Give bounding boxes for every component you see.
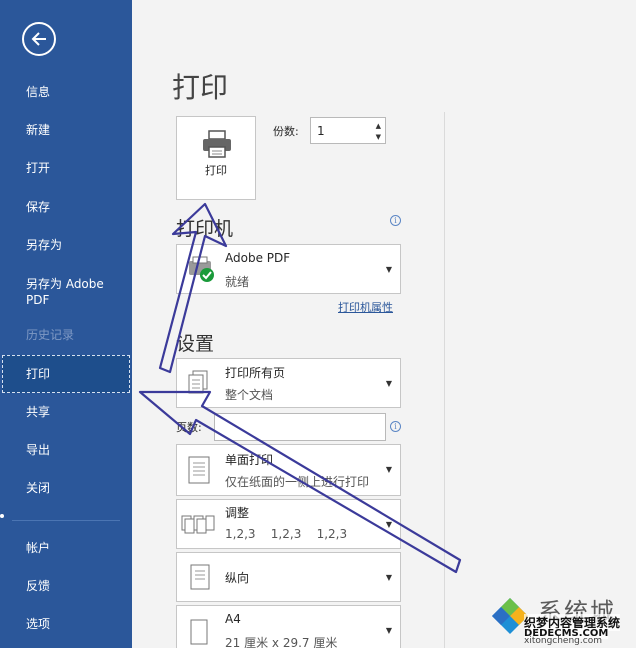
settings-heading: 设置 xyxy=(176,333,215,355)
chevron-down-icon: ▼ xyxy=(385,520,392,529)
collate-sub: 1,2,3 1,2,3 1,2,3 xyxy=(225,527,348,541)
sidebar-item-export[interactable]: 导出 xyxy=(0,442,132,458)
sides-label: 单面打印 xyxy=(225,453,274,467)
sides-dropdown[interactable]: 单面打印 仅在纸面的一侧上进行打印 ▼ xyxy=(176,444,401,496)
copies-label: 份数: xyxy=(273,125,299,138)
portrait-icon xyxy=(190,564,210,590)
sidebar-item-print[interactable]: 打印 xyxy=(2,355,130,393)
decrement-icon[interactable]: ▼ xyxy=(376,133,381,141)
printer-icon xyxy=(203,130,231,158)
sides-sub: 仅在纸面的一侧上进行打印 xyxy=(225,475,370,489)
sidebar-item-info[interactable]: 信息 xyxy=(0,84,132,100)
sidebar-item-save-as[interactable]: 另存为 xyxy=(0,237,132,253)
sidebar-item-new[interactable]: 新建 xyxy=(0,122,132,138)
paper-size-sub: 21 厘米 x 29.7 厘米 xyxy=(225,636,338,648)
paper-size-label: A4 xyxy=(225,612,241,626)
printer-name: Adobe PDF xyxy=(225,251,291,265)
copies-value: 1 xyxy=(317,124,325,138)
chevron-down-icon: ▼ xyxy=(385,626,392,635)
pages-label: 页数: xyxy=(176,421,202,434)
backstage-sidebar: 信息 新建 打开 保存 另存为 另存为 Adobe PDF 历史记录 打印 共享… xyxy=(0,0,132,648)
printer-dropdown[interactable]: Adobe PDF 就绪 ▼ xyxy=(176,244,401,294)
printer-icon xyxy=(189,256,214,282)
sidebar-item-save-as-pdf[interactable]: 另存为 Adobe PDF xyxy=(0,276,112,308)
sidebar-item-account[interactable]: 帐户 xyxy=(0,540,132,556)
back-arrow-icon xyxy=(31,32,46,46)
increment-icon[interactable]: ▲ xyxy=(376,122,381,130)
print-button[interactable]: 打印 xyxy=(176,116,256,200)
collate-icon xyxy=(181,515,215,534)
pages-input[interactable] xyxy=(214,413,386,441)
print-pane: 打印 打印 份数: 1 ▲ ▼ 打印机 i Adobe PDF 就绪 ▼ 打印机… xyxy=(132,0,636,648)
sidebar-item-save[interactable]: 保存 xyxy=(0,199,132,215)
pages-icon xyxy=(188,370,208,394)
page-title: 打印 xyxy=(172,71,229,104)
collate-label: 调整 xyxy=(225,506,250,520)
printer-info-icon[interactable]: i xyxy=(390,215,401,226)
sidebar-item-history: 历史记录 xyxy=(26,328,75,342)
sidebar-item-options[interactable]: 选项 xyxy=(0,616,132,632)
pages-info-icon[interactable]: i xyxy=(390,421,401,432)
paper-size-dropdown[interactable]: A4 21 厘米 x 29.7 厘米 ▼ xyxy=(176,605,401,648)
back-button[interactable] xyxy=(22,22,56,56)
sidebar-item-close[interactable]: 关闭 xyxy=(0,480,132,496)
chevron-down-icon: ▼ xyxy=(385,465,392,474)
printer-status: 就绪 xyxy=(225,275,250,289)
orientation-dropdown[interactable]: 纵向 ▼ xyxy=(176,552,401,602)
collate-dropdown[interactable]: 调整 1,2,3 1,2,3 1,2,3 ▼ xyxy=(176,499,401,549)
one-sided-icon xyxy=(188,456,210,484)
sidebar-item-share[interactable]: 共享 xyxy=(0,404,132,420)
print-range-label: 打印所有页 xyxy=(225,366,286,380)
orientation-label: 纵向 xyxy=(225,571,250,585)
printer-properties-link[interactable]: 打印机属性 xyxy=(338,299,393,315)
chevron-down-icon: ▼ xyxy=(385,573,392,582)
watermark: 系统城 织梦内容管理系统 DEDECMS.COM xitongcheng.com xyxy=(484,592,636,648)
sidebar-item-feedback[interactable]: 反馈 xyxy=(0,578,132,594)
printer-heading: 打印机 xyxy=(176,218,234,240)
print-range-sub: 整个文档 xyxy=(225,388,274,402)
paper-icon xyxy=(190,619,208,645)
print-range-dropdown[interactable]: 打印所有页 整个文档 ▼ xyxy=(176,358,401,408)
sidebar-dot xyxy=(0,514,4,518)
chevron-down-icon: ▼ xyxy=(385,379,392,388)
chevron-down-icon: ▼ xyxy=(385,265,392,274)
print-button-label: 打印 xyxy=(205,164,227,177)
sidebar-divider xyxy=(12,520,120,521)
copies-stepper[interactable]: 1 ▲ ▼ xyxy=(310,117,386,144)
watermark-url: xitongcheng.com xyxy=(524,636,602,646)
sidebar-item-open[interactable]: 打开 xyxy=(0,160,132,176)
preview-divider xyxy=(444,112,445,648)
